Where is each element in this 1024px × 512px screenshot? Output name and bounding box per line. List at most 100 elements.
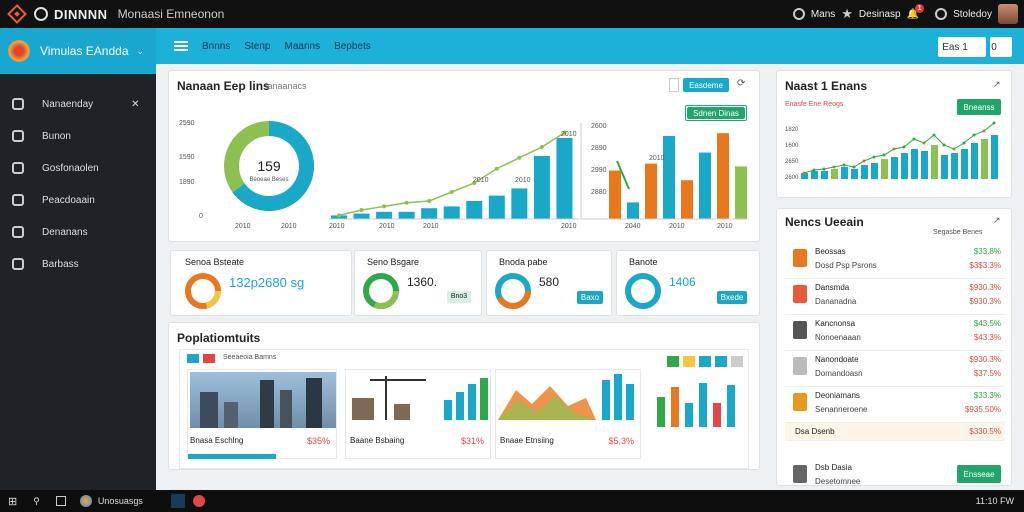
kpi-button[interactable]: Baxo — [577, 291, 603, 304]
brand-title: DINNNN — [54, 6, 108, 22]
filter-icon[interactable] — [683, 356, 695, 367]
taskbar-app-label[interactable]: Unosuasgs — [98, 496, 143, 506]
gallery-item[interactable]: Bnaae Etnsiing $5,3% — [495, 369, 641, 459]
chevron-down-icon[interactable]: ⌄ — [137, 46, 145, 57]
gallery-item-price: $31% — [460, 436, 484, 446]
bar — [466, 201, 483, 219]
list-item[interactable]: Beossas Dosd Psp Psrons $33.8% $3$3.3% — [785, 245, 1005, 279]
overview-card: Nanaan Eep lins Ianaanacs Easdeme ⟳ Sdne… — [168, 70, 760, 242]
kpi-card-3: Banote 1406 Bxede — [616, 250, 760, 316]
list-item[interactable]: Kancnonsa Nonoenaaan $43.5% $43.3% — [785, 317, 1005, 351]
crane-chart-image — [352, 376, 488, 420]
sidebar-item-3[interactable]: Peacdoaain — [0, 184, 156, 216]
taskbar-app-icon[interactable] — [170, 494, 185, 508]
kpi-title: Senoa Bsteate — [185, 257, 245, 267]
tag-icon[interactable] — [187, 354, 199, 363]
y-tick: 1890 — [179, 179, 195, 186]
bar — [717, 133, 729, 219]
nav-link-2[interactable]: Maanns — [285, 41, 321, 52]
x-tick: 2010 — [423, 223, 439, 230]
overview-charts: 159 Beoeae Beses — [224, 121, 749, 220]
bar — [353, 213, 370, 219]
item-button[interactable]: Ensseae — [957, 465, 1001, 483]
right-chart-title: Naast 1 Enans — [785, 79, 868, 93]
kpi-button[interactable]: Bno3 — [447, 291, 471, 303]
header-dropdown[interactable]: Eas 1 — [938, 37, 986, 57]
avatar[interactable] — [998, 4, 1018, 24]
filter-icon[interactable] — [731, 356, 743, 367]
kpi-button[interactable]: Bxede — [717, 291, 747, 304]
item-subtext: Dananadna — [815, 297, 857, 306]
taskbar-app-icon[interactable] — [192, 495, 205, 507]
bar — [981, 139, 988, 179]
kpi-donut-icon — [495, 273, 531, 309]
task-view-icon[interactable] — [55, 496, 66, 506]
close-icon[interactable]: ✕ — [131, 99, 139, 110]
item-value: $930.3% — [969, 283, 1001, 292]
gallery-tag[interactable]: Seeaeoia Bamns — [223, 354, 276, 361]
list-item[interactable]: Nanondoate Domandoasn $930.3% $37.5% — [785, 353, 1005, 387]
bar — [376, 211, 393, 219]
clock-icon[interactable] — [792, 8, 805, 20]
kpi-title: Banote — [629, 257, 658, 267]
filter-icon[interactable] — [699, 356, 711, 367]
sidebar-item-label: Nanaenday — [42, 98, 94, 110]
notification-icon[interactable]: 🔔 1 — [907, 3, 925, 20]
gallery-item[interactable]: Baane Bsbaing $31% — [345, 369, 491, 459]
y-tick: 2590 — [179, 120, 195, 127]
item-subtext: Nonoenaaan — [815, 333, 861, 342]
bar — [861, 165, 868, 179]
bar-label: 2010 — [515, 177, 531, 184]
bar — [901, 153, 908, 179]
area-chart-image — [498, 374, 634, 420]
topbar-link-2[interactable]: Desinasp — [859, 9, 901, 20]
windows-icon[interactable]: ⊞ — [8, 495, 17, 508]
bar — [911, 149, 918, 179]
bar — [871, 163, 878, 179]
sidebar-item-4[interactable]: Denanans — [0, 216, 156, 248]
expand-icon[interactable]: ↗ — [993, 215, 1001, 226]
header-settings-button[interactable]: 0 — [990, 37, 1012, 57]
sidebar-item-1[interactable]: Bunon — [0, 120, 156, 152]
browser-icon[interactable] — [79, 495, 92, 507]
topbar-link-1[interactable]: Mans — [811, 9, 835, 20]
list-item[interactable]: Deoniamans Senanneroene $33.3% $935.50% — [785, 389, 1005, 423]
right-chart-button[interactable]: Bneanss — [957, 99, 1001, 115]
filter-icon[interactable] — [715, 356, 727, 367]
item-subtext: Domandoasn — [815, 369, 863, 378]
kpi-title: Seno Bsgare — [367, 257, 420, 267]
sidebar-header[interactable]: Vimulas EAndda ⌄ — [0, 28, 156, 74]
nav-link-1[interactable]: Stenp — [244, 41, 270, 52]
tag-icon[interactable] — [203, 354, 215, 363]
bar-label: 2010 — [649, 155, 665, 162]
sidebar-item-0[interactable]: Nanaenday ✕ — [0, 88, 156, 120]
filter-icon[interactable] — [667, 356, 679, 367]
y-tick: 0 — [199, 213, 203, 220]
right-list-card: Nencs Ueeain ↗ Segasbe Benes Beossas Dosd… — [776, 208, 1012, 495]
expand-icon[interactable]: ↗ — [993, 79, 1001, 90]
menu-icon[interactable] — [174, 41, 188, 51]
item-value-secondary: $930.3% — [969, 297, 1001, 306]
list-item[interactable]: Dsa Dsenb $330.5% — [785, 423, 1005, 441]
bar — [831, 169, 838, 179]
bag-icon — [12, 258, 24, 270]
gallery-item[interactable]: Bnasa Eschlng $35% — [187, 369, 337, 459]
header-settings-label: 0 — [991, 41, 997, 53]
sidebar-item-2[interactable]: Gosfonaolen — [0, 152, 156, 184]
sidebar-item-label: Gosfonaolen — [42, 162, 99, 174]
nav-link-0[interactable]: Bnnns — [202, 41, 230, 52]
user-status-icon[interactable] — [935, 8, 948, 20]
list-item[interactable]: Dansmda Dananadna $930.3% $930.3% — [785, 281, 1005, 315]
gallery-card: Poplatiomtuits Seeaeoia Bamns Bnasa Esch… — [168, 322, 760, 470]
sidebar-item-5[interactable]: Barbass — [0, 248, 156, 280]
y-tick: 1590 — [179, 154, 195, 161]
bar — [681, 180, 693, 219]
app-logo-icon — [7, 4, 27, 24]
search-icon[interactable]: ⚲ — [33, 496, 40, 507]
gallery-title: Poplatiomtuits — [177, 331, 261, 345]
top-bar: DINNNN Monaasi Emneonon Mans ★ Desinasp 🔔… — [0, 0, 1024, 28]
star-icon[interactable]: ★ — [841, 6, 853, 22]
nav-link-3[interactable]: Bepbets — [334, 41, 371, 52]
topbar-link-3[interactable]: Stoledoy — [953, 9, 992, 20]
item-subtext: Senanneroene — [815, 405, 868, 414]
